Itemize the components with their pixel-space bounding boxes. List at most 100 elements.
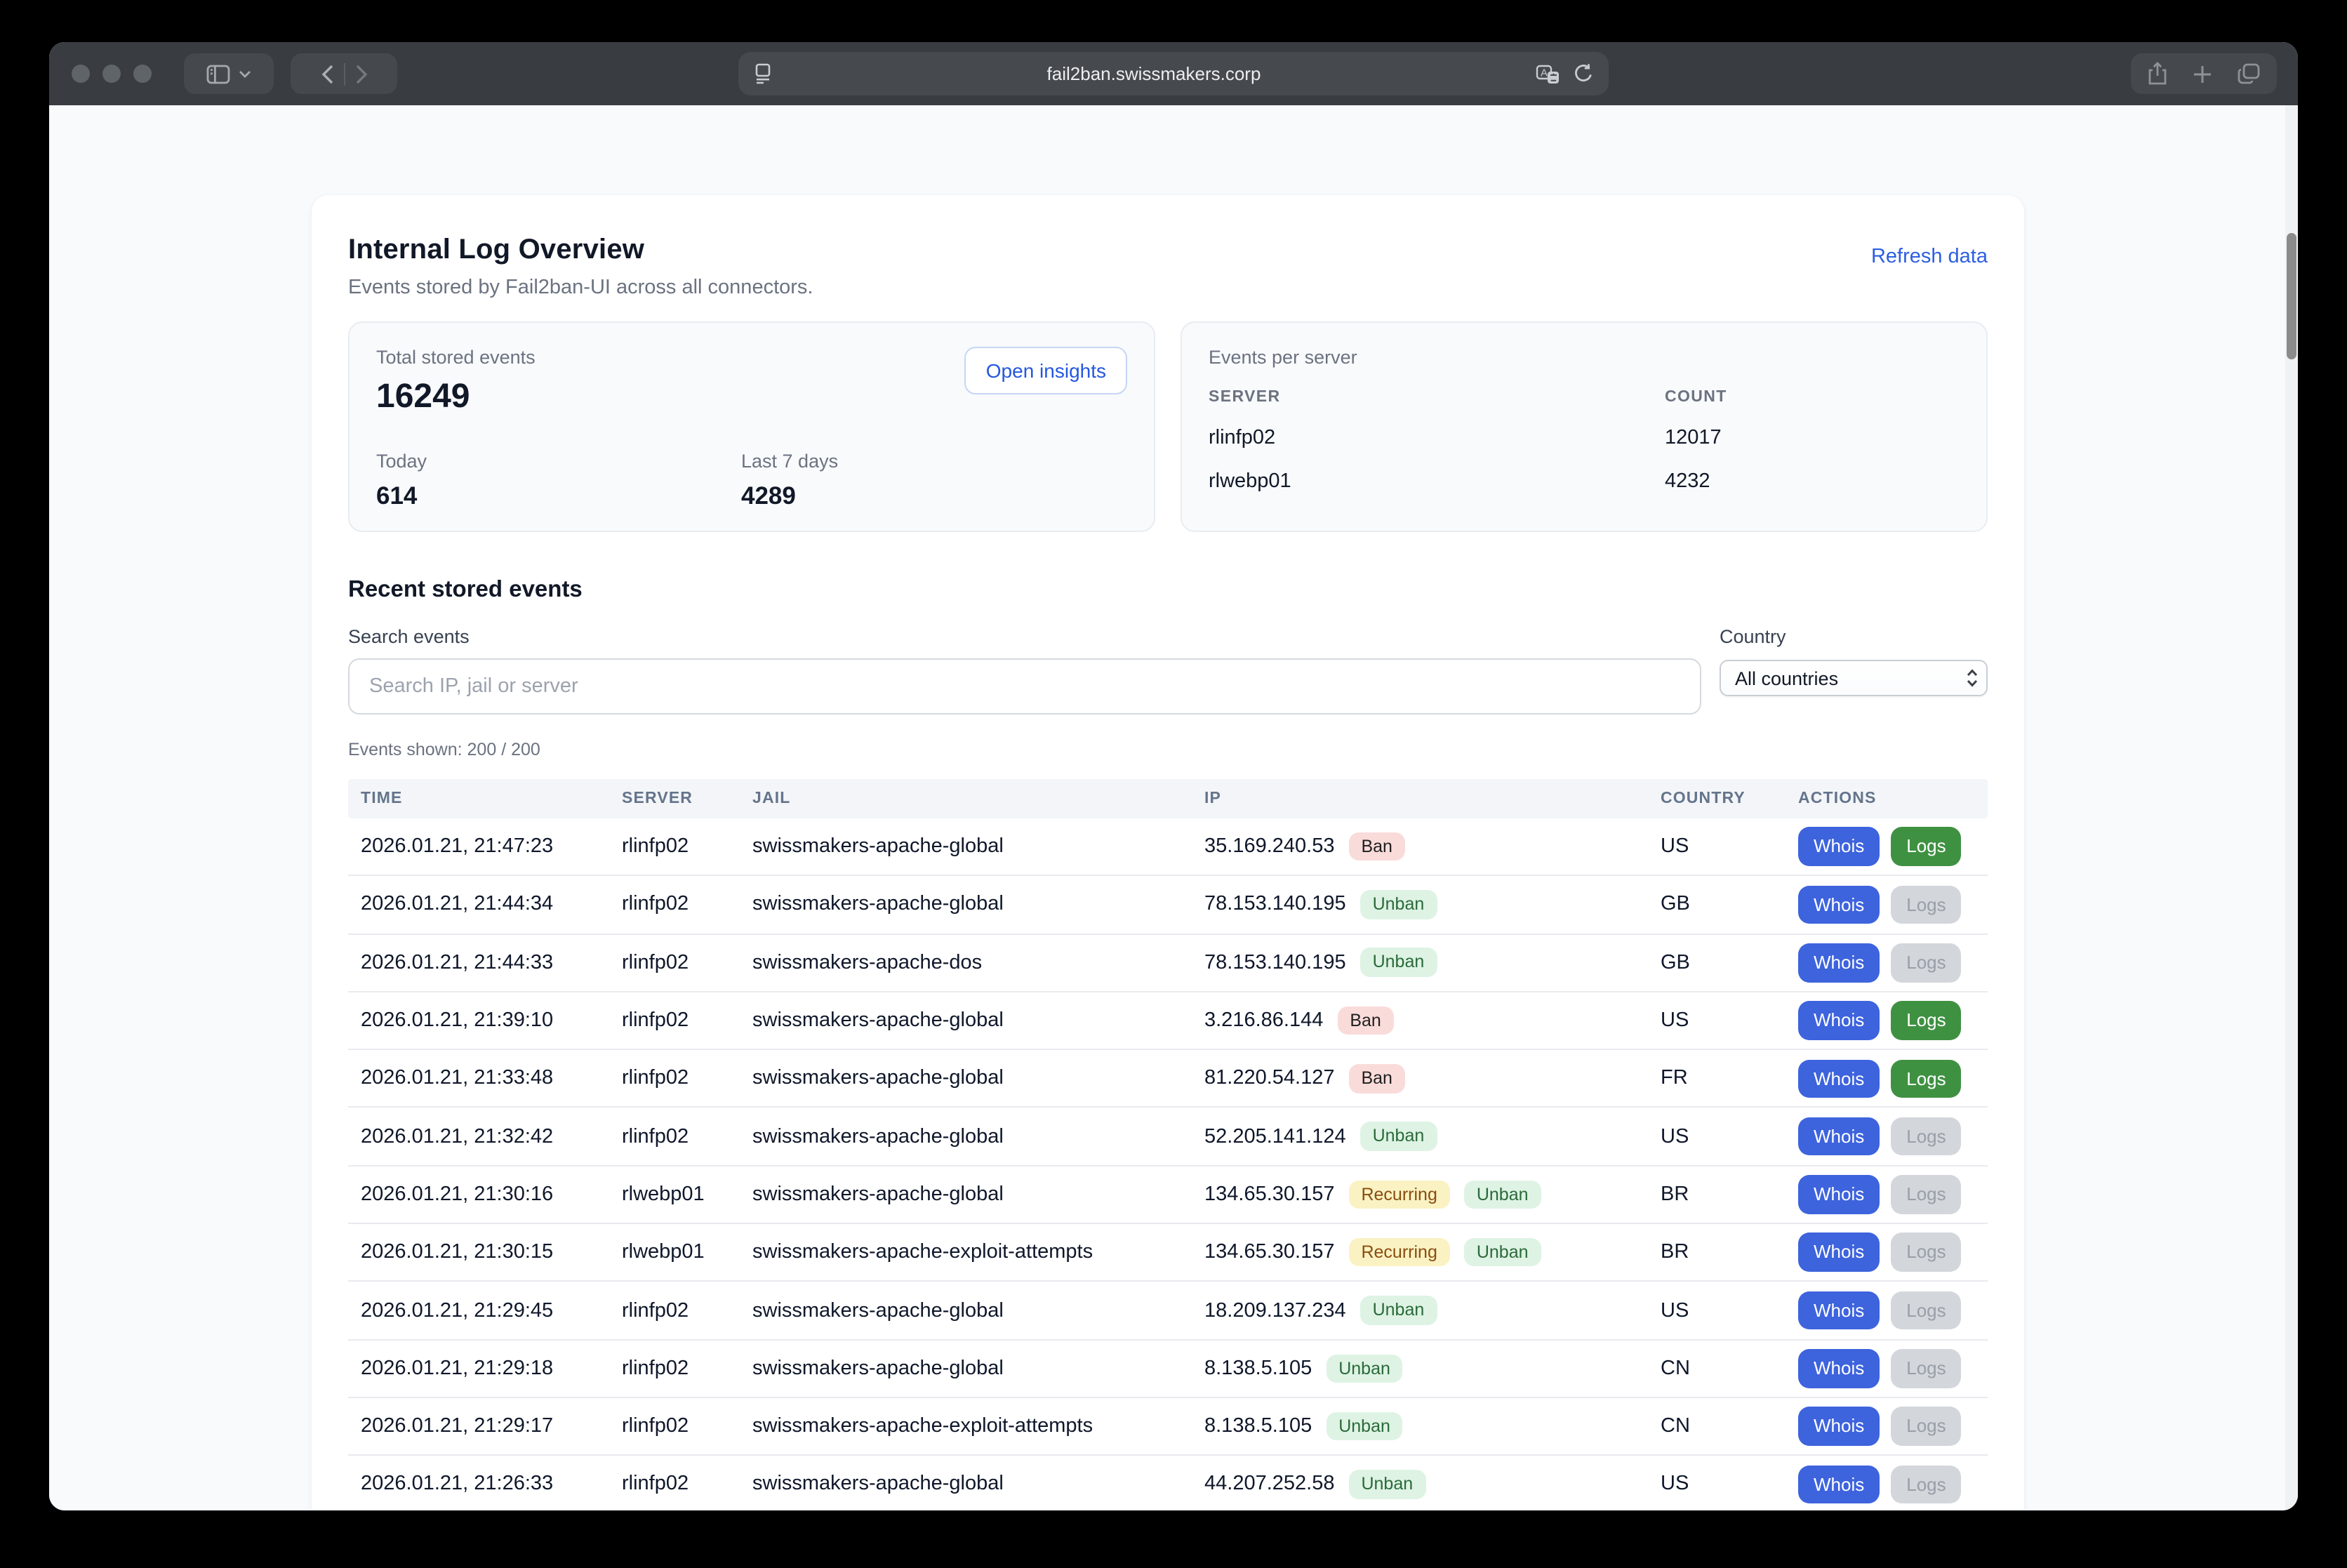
browser-window: fail2ban.swissmakers.corp A [49, 42, 2298, 1510]
event-server: rlinfp02 [622, 1068, 752, 1090]
event-ip-cell: 134.65.30.157RecurringUnban [1204, 1238, 1661, 1267]
forward-button[interactable] [354, 64, 367, 84]
count-col-header: COUNT [1665, 389, 1960, 406]
events-table-header: TIME SERVER JAIL IP COUNTRY ACTIONS [348, 779, 1988, 818]
col-time: TIME [348, 790, 622, 807]
event-time: 2026.01.21, 21:26:33 [348, 1473, 622, 1496]
event-jail: swissmakers-apache-global [752, 1299, 1204, 1322]
event-ip: 81.220.54.127 [1204, 1068, 1334, 1090]
col-ip: IP [1204, 790, 1661, 807]
search-input[interactable] [348, 658, 1701, 715]
whois-button[interactable]: Whois [1798, 1001, 1880, 1039]
whois-button[interactable]: Whois [1798, 1349, 1880, 1388]
event-country: GB [1661, 893, 1798, 916]
last7-value: 4289 [741, 481, 838, 511]
logs-button[interactable]: Logs [1891, 1465, 1961, 1503]
screen: fail2ban.swissmakers.corp A [0, 0, 2347, 1568]
table-row: 2026.01.21, 21:39:10rlinfp02swissmakers-… [348, 992, 1988, 1051]
event-actions: Whois Logs [1798, 1465, 1988, 1503]
event-country: BR [1661, 1183, 1798, 1206]
url-field[interactable]: fail2ban.swissmakers.corp A [738, 52, 1609, 95]
server-count: 4232 [1665, 470, 1960, 493]
event-server: rlinfp02 [622, 1473, 752, 1496]
country-select[interactable]: All countries [1720, 660, 1988, 696]
browser-titlebar: fail2ban.swissmakers.corp A [49, 42, 2298, 105]
event-time: 2026.01.21, 21:44:34 [348, 893, 622, 916]
event-jail: swissmakers-apache-global [752, 1125, 1204, 1148]
logs-button[interactable]: Logs [1891, 885, 1961, 924]
scrollbar-thumb[interactable] [2287, 233, 2296, 359]
refresh-data-link[interactable]: Refresh data [1871, 246, 1988, 268]
page-title: Internal Log Overview [348, 234, 813, 267]
whois-button[interactable]: Whois [1798, 943, 1880, 982]
logs-button[interactable]: Logs [1891, 1117, 1961, 1156]
events-per-server-card: Events per server SERVER COUNT rlinfp021… [1181, 321, 1988, 532]
event-time: 2026.01.21, 21:44:33 [348, 951, 622, 974]
event-ip: 8.138.5.105 [1204, 1415, 1312, 1437]
event-ip-cell: 18.209.137.234Unban [1204, 1296, 1661, 1325]
event-country: GB [1661, 951, 1798, 974]
whois-button[interactable]: Whois [1798, 828, 1880, 866]
server-name: rlwebp01 [1209, 470, 1665, 493]
country-select-value: All countries [1735, 667, 1838, 689]
table-row: 2026.01.21, 21:29:18rlinfp02swissmakers-… [348, 1340, 1988, 1398]
whois-button[interactable]: Whois [1798, 1465, 1880, 1503]
event-actions: Whois Logs [1798, 1059, 1988, 1098]
logs-button[interactable]: Logs [1891, 1349, 1961, 1388]
close-window-button[interactable] [72, 65, 90, 83]
whois-button[interactable]: Whois [1798, 1233, 1880, 1272]
event-time: 2026.01.21, 21:30:15 [348, 1241, 622, 1263]
zoom-window-button[interactable] [133, 65, 152, 83]
ban-badge: Ban [1348, 1064, 1405, 1093]
event-time: 2026.01.21, 21:39:10 [348, 1009, 622, 1032]
whois-button[interactable]: Whois [1798, 1059, 1880, 1098]
logs-button[interactable]: Logs [1891, 1175, 1961, 1214]
reload-icon[interactable] [1574, 63, 1593, 84]
event-ip: 52.205.141.124 [1204, 1125, 1346, 1148]
logs-button[interactable]: Logs [1891, 1001, 1961, 1039]
new-tab-icon[interactable] [2193, 64, 2212, 84]
tab-overview-icon[interactable] [2238, 63, 2260, 84]
event-ip: 134.65.30.157 [1204, 1183, 1334, 1206]
server-row: rlinfp0212017 [1209, 427, 1960, 449]
event-server: rlinfp02 [622, 835, 752, 858]
table-row: 2026.01.21, 21:30:15rlwebp01swissmakers-… [348, 1224, 1988, 1282]
event-time: 2026.01.21, 21:47:23 [348, 835, 622, 858]
search-events-label: Search events [348, 626, 1701, 647]
nav-buttons [291, 53, 397, 94]
whois-button[interactable]: Whois [1798, 1175, 1880, 1214]
page-content: Internal Log Overview Events stored by F… [49, 105, 2298, 1510]
page-format-icon[interactable] [754, 63, 772, 84]
logs-button[interactable]: Logs [1891, 1407, 1961, 1446]
server-row: rlwebp014232 [1209, 470, 1960, 493]
whois-button[interactable]: Whois [1798, 1407, 1880, 1446]
translate-icon[interactable]: A [1536, 64, 1560, 84]
logs-button[interactable]: Logs [1891, 1233, 1961, 1272]
col-actions: ACTIONS [1798, 790, 1988, 807]
event-actions: Whois Logs [1798, 828, 1988, 866]
table-row: 2026.01.21, 21:47:23rlinfp02swissmakers-… [348, 818, 1988, 877]
minimize-window-button[interactable] [102, 65, 121, 83]
table-row: 2026.01.21, 21:44:34rlinfp02swissmakers-… [348, 877, 1988, 935]
whois-button[interactable]: Whois [1798, 1291, 1880, 1329]
recurring-badge: Recurring [1348, 1180, 1449, 1209]
logs-button[interactable]: Logs [1891, 1291, 1961, 1329]
event-ip-cell: 78.153.140.195Unban [1204, 948, 1661, 977]
share-icon[interactable] [2148, 62, 2167, 86]
event-time: 2026.01.21, 21:33:48 [348, 1068, 622, 1090]
col-country: COUNTRY [1661, 790, 1798, 807]
whois-button[interactable]: Whois [1798, 1117, 1880, 1156]
window-actions [2131, 53, 2277, 94]
event-ip: 35.169.240.53 [1204, 835, 1334, 858]
open-insights-button[interactable]: Open insights [965, 347, 1127, 394]
back-button[interactable] [321, 64, 333, 84]
logs-button[interactable]: Logs [1891, 1059, 1961, 1098]
unban-badge: Unban [1326, 1354, 1403, 1383]
logs-button[interactable]: Logs [1891, 828, 1961, 866]
scrollbar-track[interactable] [2285, 105, 2298, 1510]
server-count: 12017 [1665, 427, 1960, 449]
logs-button[interactable]: Logs [1891, 943, 1961, 982]
whois-button[interactable]: Whois [1798, 885, 1880, 924]
event-ip-cell: 3.216.86.144Ban [1204, 1006, 1661, 1035]
sidebar-toggle-button[interactable] [184, 53, 274, 94]
